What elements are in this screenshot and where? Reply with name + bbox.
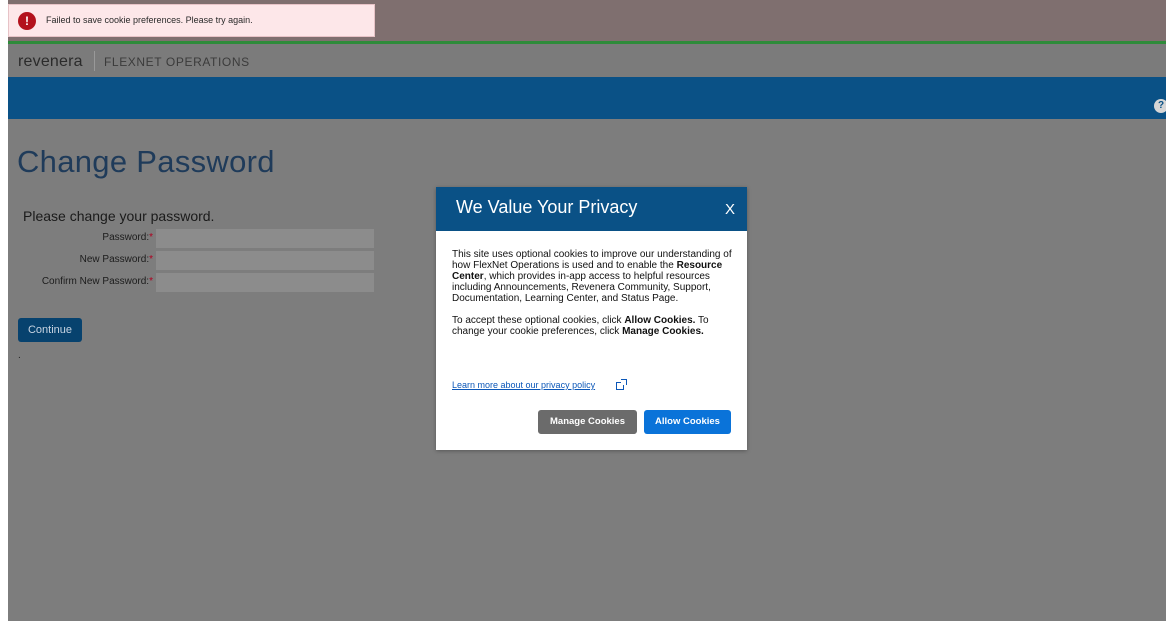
instructions-text: Please change your password. xyxy=(23,208,215,224)
continue-button[interactable]: Continue xyxy=(18,318,82,342)
dialog-header: We Value Your Privacy X xyxy=(436,187,747,231)
privacy-policy-link[interactable]: Learn more about our privacy policy xyxy=(452,380,595,390)
toast-message: Failed to save cookie preferences. Pleas… xyxy=(46,15,253,25)
cookie-description: This site uses optional cookies to impro… xyxy=(452,249,732,304)
brand-divider xyxy=(94,51,95,71)
navigation-bar xyxy=(8,77,1166,119)
new-password-label: New Password:* xyxy=(79,254,153,265)
trailing-text: . xyxy=(18,350,21,361)
error-icon: ! xyxy=(18,12,36,30)
privacy-dialog: We Value Your Privacy X This site uses o… xyxy=(436,187,747,450)
dialog-title: We Value Your Privacy xyxy=(456,197,638,217)
cookie-instructions: To accept these optional cookies, click … xyxy=(452,315,709,337)
help-icon[interactable]: ? xyxy=(1154,99,1166,113)
close-icon[interactable]: X xyxy=(725,201,735,218)
manage-cookies-button[interactable]: Manage Cookies xyxy=(538,410,637,434)
new-password-field[interactable] xyxy=(156,251,374,270)
page-title: Change Password xyxy=(17,144,275,179)
product-name: FLEXNET OPERATIONS xyxy=(104,55,250,69)
password-label: Password:* xyxy=(102,232,153,243)
confirm-password-label: Confirm New Password:* xyxy=(41,276,153,287)
allow-cookies-button[interactable]: Allow Cookies xyxy=(644,410,731,434)
external-link-icon xyxy=(616,379,627,390)
dialog-body: This site uses optional cookies to impro… xyxy=(452,249,734,348)
brand-bar: revenera FLEXNET OPERATIONS xyxy=(8,44,1166,77)
error-toast: ! Failed to save cookie preferences. Ple… xyxy=(8,4,375,37)
revenera-logo: revenera xyxy=(18,53,83,70)
confirm-password-field[interactable] xyxy=(156,273,374,292)
password-field[interactable] xyxy=(156,229,374,248)
